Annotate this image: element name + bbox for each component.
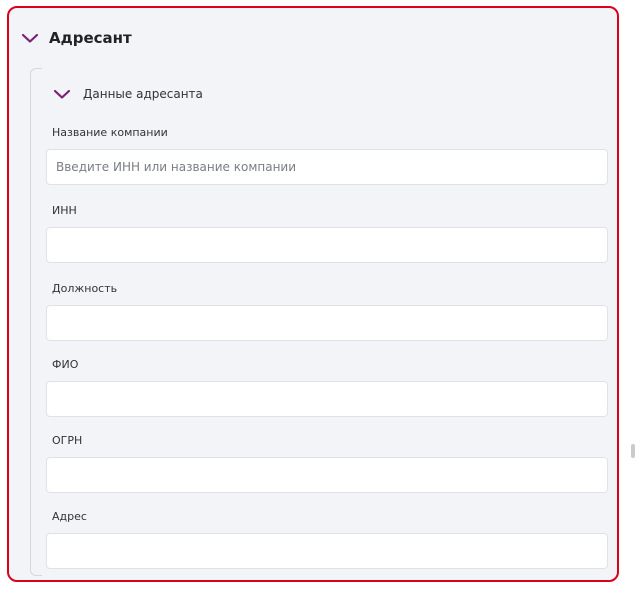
adresant-panel: Адресант Данные адресанта Название компа…	[7, 6, 619, 582]
subsection-title: Данные адресанта	[83, 87, 203, 101]
full-name-input[interactable]	[46, 381, 608, 417]
position-label: Должность	[52, 282, 118, 295]
company-name-label: Название компании	[52, 126, 168, 139]
subsection-header-sender-data[interactable]: Данные адресанта	[53, 83, 203, 105]
scrollbar-thumb[interactable]	[631, 444, 635, 458]
inn-input[interactable]	[46, 227, 608, 263]
chevron-down-icon[interactable]	[53, 88, 71, 100]
ogrn-input[interactable]	[46, 457, 608, 493]
company-name-input[interactable]	[46, 149, 608, 185]
position-input[interactable]	[46, 305, 608, 341]
section-title: Адресант	[49, 29, 132, 47]
address-input[interactable]	[46, 533, 608, 569]
ogrn-label: ОГРН	[52, 434, 83, 447]
full-name-label: ФИО	[52, 358, 79, 371]
address-label: Адрес	[52, 510, 87, 523]
inn-label: ИНН	[52, 204, 77, 217]
chevron-down-icon[interactable]	[21, 32, 39, 44]
subsection-border	[30, 68, 42, 576]
section-header-adresant[interactable]: Адресант	[21, 26, 132, 50]
